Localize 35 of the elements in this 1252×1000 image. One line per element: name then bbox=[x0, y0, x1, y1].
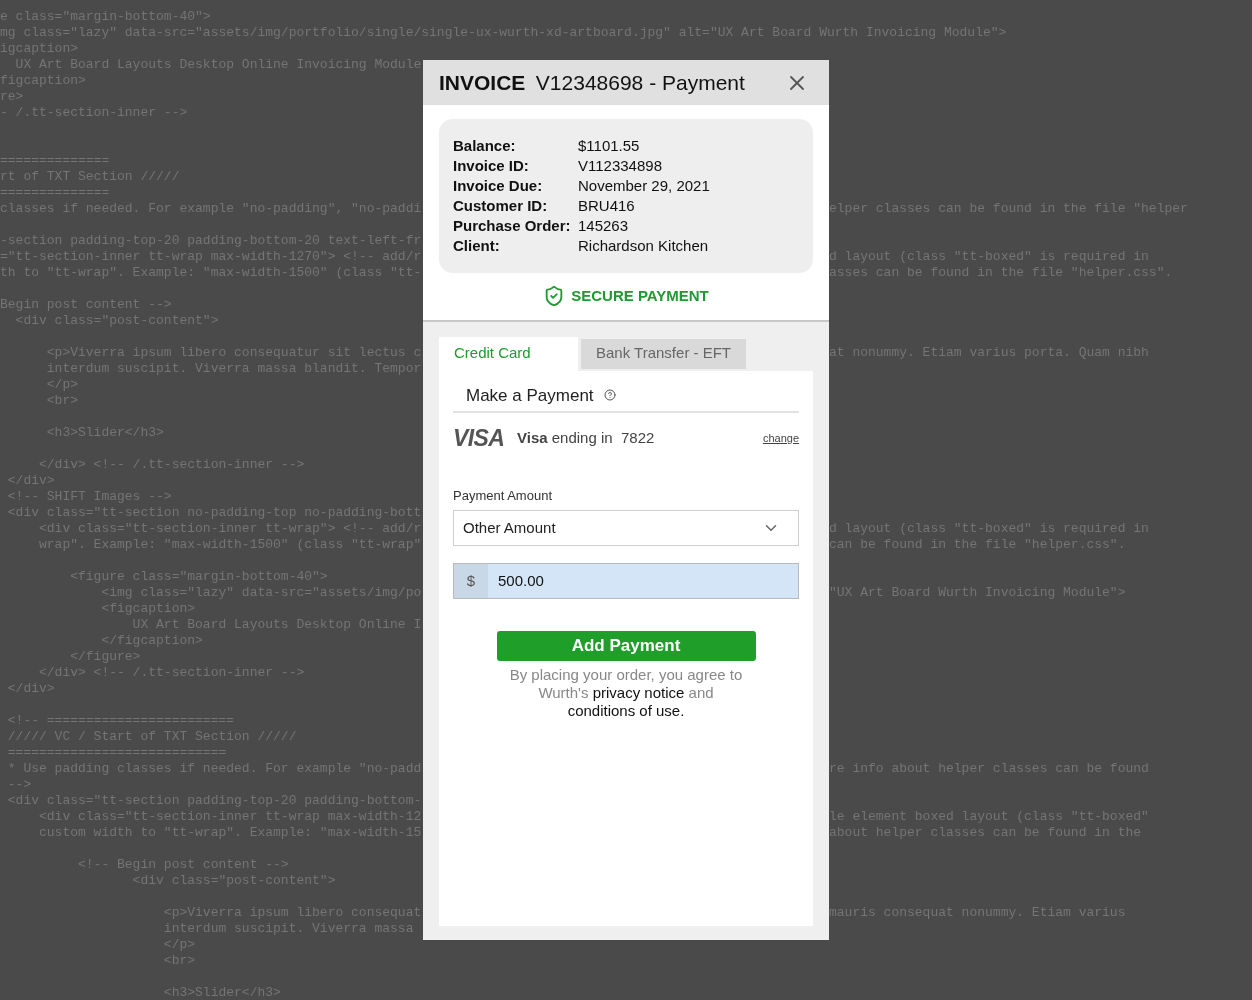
code-line: ============== bbox=[0, 185, 110, 200]
code-line: ============== bbox=[0, 153, 110, 168]
help-icon[interactable] bbox=[603, 389, 616, 402]
detail-value: V112334898 bbox=[578, 156, 663, 176]
card-summary: Visa ending in 7822 bbox=[517, 428, 655, 448]
amount-label: Payment Amount bbox=[453, 486, 553, 505]
amount-value: 500.00 bbox=[497, 570, 544, 591]
payment-tab[interactable]: Credit Card bbox=[439, 336, 578, 371]
code-line: ============================ bbox=[6, 745, 227, 760]
detail-label: Invoice Due: bbox=[453, 176, 544, 196]
currency-prefix: $ bbox=[454, 564, 488, 598]
code-line: <!-- ======================== bbox=[6, 713, 235, 728]
change-link[interactable]: change bbox=[762, 430, 799, 447]
detail-label: Balance: bbox=[453, 136, 517, 156]
detail-value: BRU416 bbox=[578, 196, 636, 216]
amount-select[interactable]: Other Amount bbox=[453, 510, 799, 546]
dialog-title: INVOICE V12348698 - Payment bbox=[439, 69, 745, 96]
detail-value: $1101.55 bbox=[578, 136, 641, 156]
detail-value: 145263 bbox=[578, 216, 630, 236]
agreement-text: By placing your order, you agree to Wurth's privacy notice and conditions of use. bbox=[508, 666, 744, 720]
payment-tab[interactable]: Bank Transfer - EFT bbox=[581, 338, 747, 369]
section-title: Make a Payment bbox=[466, 384, 594, 407]
detail-label: Purchase Order: bbox=[453, 216, 572, 236]
code-line: --> bbox=[6, 777, 32, 792]
amount-input[interactable]: $ 500.00 bbox=[453, 563, 799, 599]
card-brand-logo: VISA bbox=[453, 424, 506, 453]
detail-value: November 29, 2021 bbox=[578, 176, 711, 196]
detail-value: Richardson Kitchen bbox=[578, 236, 710, 256]
conditions-link[interactable]: conditions of use. bbox=[567, 702, 685, 719]
add-payment-button[interactable]: Add Payment bbox=[496, 631, 756, 661]
detail-label: Invoice ID: bbox=[453, 156, 530, 176]
privacy-link[interactable]: privacy notice bbox=[592, 684, 685, 701]
detail-label: Client: bbox=[453, 236, 501, 256]
secure-payment-label: SECURE PAYMENT bbox=[571, 286, 709, 306]
detail-label: Customer ID: bbox=[453, 196, 549, 216]
